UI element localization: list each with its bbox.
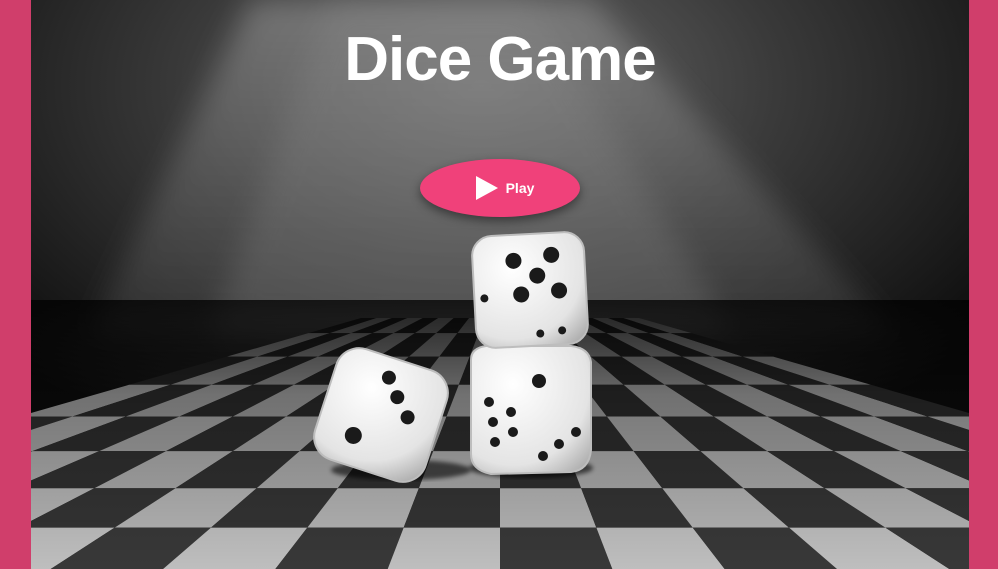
play-button[interactable]: Play — [420, 159, 580, 217]
page-title: Dice Game — [344, 25, 657, 94]
die-bottom — [470, 345, 592, 476]
game-stage: Dice Game Play — [31, 0, 969, 569]
play-button-label: Play — [505, 180, 535, 196]
die-top — [471, 231, 589, 349]
play-icon — [475, 176, 498, 200]
page-frame: Dice Game Play — [0, 0, 998, 569]
